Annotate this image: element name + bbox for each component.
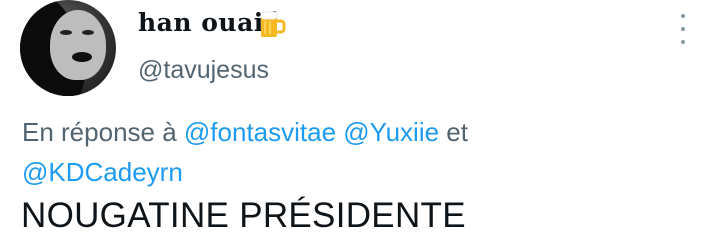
mention-link[interactable]: @KDCadeyrn — [22, 157, 183, 187]
avatar-face — [50, 10, 106, 80]
username[interactable]: @tavujesus — [138, 56, 269, 85]
avatar[interactable] — [20, 0, 116, 96]
reply-context: En réponse à @fontasvitae @Yuxiie et @KD… — [22, 112, 702, 192]
more-options-icon[interactable] — [676, 14, 690, 44]
tweet-text: NOUGATINE PRÉSIDENTE — [21, 196, 466, 235]
avatar-eye — [82, 30, 94, 35]
avatar-lips — [72, 52, 92, 62]
reply-prefix: En réponse à — [22, 117, 177, 147]
reply-conjunction: et — [446, 117, 468, 147]
mention-link[interactable]: @fontasvitae — [184, 117, 336, 147]
beer-mug-icon — [258, 9, 286, 39]
avatar-eye — [60, 30, 72, 35]
mention-link[interactable]: @Yuxiie — [343, 117, 439, 147]
